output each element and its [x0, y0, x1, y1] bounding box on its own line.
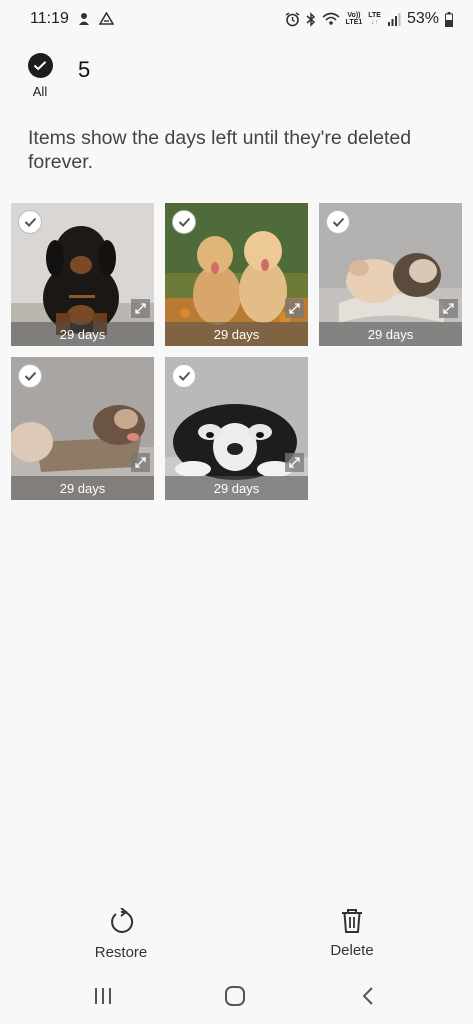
restore-button[interactable]: Restore	[76, 908, 166, 961]
select-all-checkbox[interactable]	[27, 53, 53, 78]
delete-label: Delete	[330, 942, 374, 959]
trash-item[interactable]: 29 days	[165, 357, 308, 500]
check-icon	[332, 217, 344, 227]
expand-icon[interactable]	[285, 299, 304, 318]
item-checkbox[interactable]	[326, 210, 350, 234]
check-icon	[178, 371, 190, 381]
trash-item[interactable]: 29 days	[319, 203, 462, 346]
selected-count: 5	[78, 57, 91, 82]
delete-button[interactable]: Delete	[307, 908, 397, 959]
all-label: All	[32, 84, 48, 99]
status-time: 11:19	[30, 10, 69, 27]
trash-item[interactable]: 29 days	[11, 203, 154, 346]
lte-icon: LTE ↓↑	[368, 12, 381, 26]
trash-icon	[342, 909, 362, 933]
back-icon	[362, 987, 373, 1005]
trash-item[interactable]: 29 days	[11, 357, 154, 500]
status-bar: 11:19 Vo)) LTE1 LTE ↓↑ 53%	[0, 0, 473, 38]
expand-icon[interactable]	[285, 453, 304, 472]
item-checkbox[interactable]	[18, 210, 42, 234]
home-button[interactable]	[222, 984, 248, 1008]
recent-apps-icon	[95, 988, 111, 1004]
bluetooth-icon	[306, 11, 316, 27]
back-button[interactable]	[355, 984, 381, 1008]
drive-icon	[98, 12, 114, 26]
select-all-toggle[interactable]: All	[26, 53, 54, 99]
days-left-label: 29 days	[165, 322, 308, 346]
battery-icon	[445, 11, 453, 27]
recent-apps-button[interactable]	[90, 984, 116, 1008]
trash-item[interactable]: 29 days	[165, 203, 308, 346]
days-left-label: 29 days	[319, 322, 462, 346]
check-icon	[33, 61, 47, 71]
navigation-bar	[0, 972, 473, 1020]
expand-icon[interactable]	[131, 453, 150, 472]
days-left-label: 29 days	[11, 476, 154, 500]
status-left: 11:19	[30, 10, 114, 28]
volte-icon: Vo)) LTE1	[345, 12, 363, 26]
gesture-icon	[77, 12, 91, 26]
battery-percent: 53%	[406, 10, 439, 27]
alarm-icon	[285, 11, 300, 27]
check-icon	[24, 371, 36, 381]
home-icon	[225, 986, 245, 1006]
days-left-label: 29 days	[11, 322, 154, 346]
info-text: Items show the days left until they're d…	[28, 127, 412, 173]
status-right: Vo)) LTE1 LTE ↓↑ 53%	[285, 10, 453, 28]
restore-icon	[111, 908, 134, 933]
expand-icon[interactable]	[439, 299, 458, 318]
wifi-icon	[322, 12, 340, 26]
restore-label: Restore	[94, 944, 148, 961]
check-icon	[178, 217, 190, 227]
expand-icon[interactable]	[131, 299, 150, 318]
item-checkbox[interactable]	[18, 364, 42, 388]
days-left-label: 29 days	[165, 476, 308, 500]
signal-icon	[387, 12, 401, 26]
item-checkbox[interactable]	[172, 210, 196, 234]
check-icon	[24, 217, 36, 227]
item-checkbox[interactable]	[172, 364, 196, 388]
